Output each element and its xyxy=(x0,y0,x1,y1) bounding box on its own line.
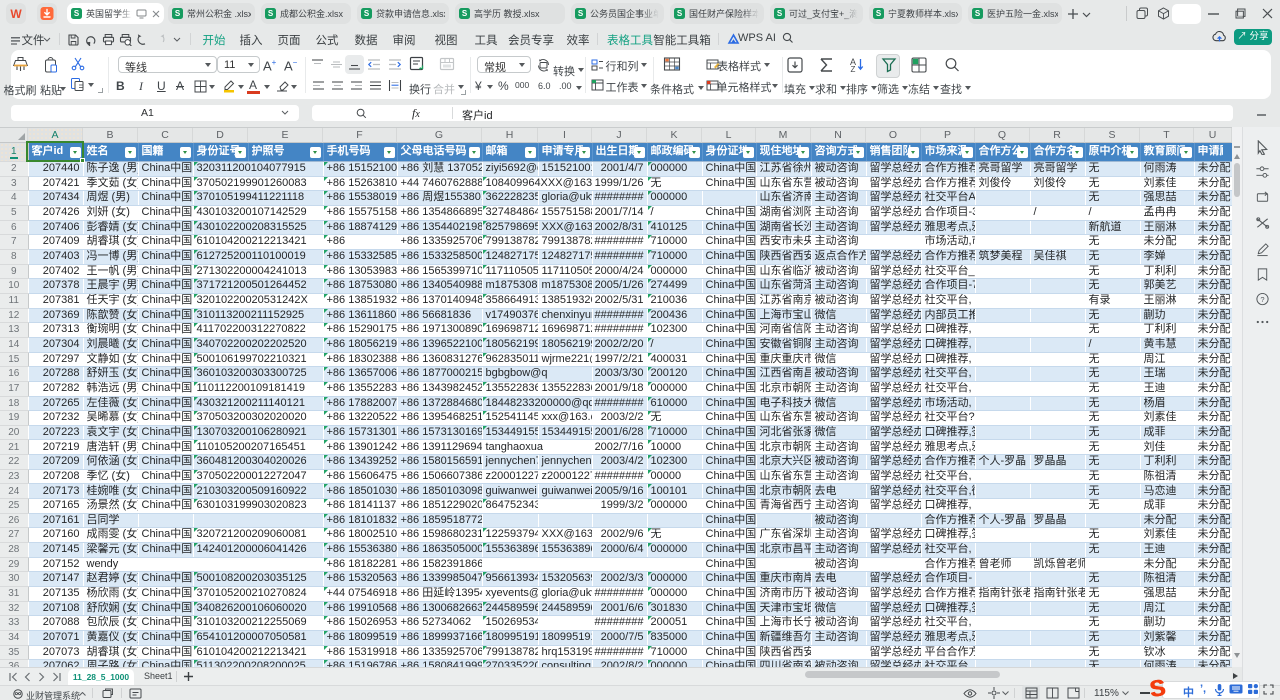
svg-text:W: W xyxy=(10,7,22,21)
svg-text:?: ? xyxy=(1260,295,1264,304)
svg-text:Z: Z xyxy=(851,65,856,74)
